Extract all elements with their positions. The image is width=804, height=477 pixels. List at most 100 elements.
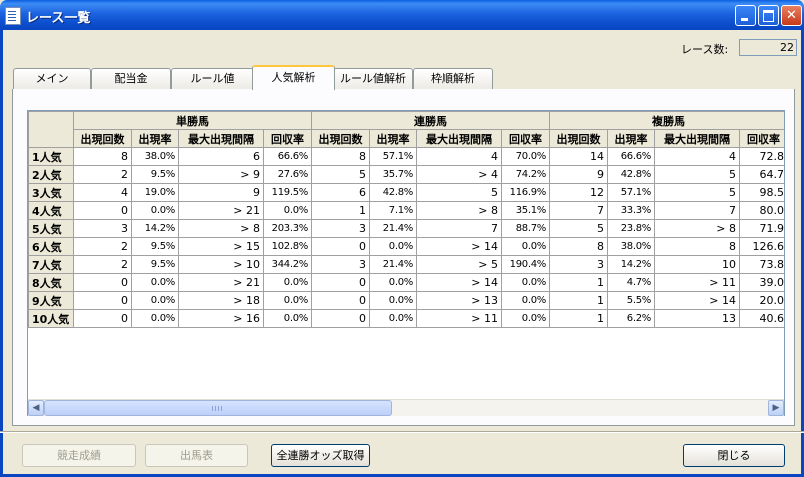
table-cell: 0: [73, 309, 132, 328]
table-cell: 1: [311, 201, 370, 220]
table-row[interactable]: 10人気 0 0.0% > 16 0.0% 0 0.0% > 11 0.0% 1 6.2% 13 40.…: [28, 309, 784, 328]
minimize-button[interactable]: [735, 5, 756, 26]
document-icon: [5, 7, 21, 25]
table-cell: 344.2%: [263, 255, 312, 274]
table-cell: 2: [73, 165, 132, 184]
close-icon: ✕: [786, 8, 797, 23]
table-cell: 0.0%: [369, 273, 417, 292]
table-cell: 0: [73, 273, 132, 292]
tab-3[interactable]: ルール値: [171, 68, 254, 89]
table-cell: 71.9: [739, 219, 784, 238]
column-header[interactable]: 出現回数: [549, 129, 608, 148]
race-count-label: レース数:: [681, 43, 729, 56]
race-results-button[interactable]: 競走成績: [22, 444, 136, 467]
table-cell: 57.1%: [607, 183, 655, 202]
close-window-button[interactable]: ✕: [781, 5, 802, 26]
tab-4[interactable]: 人気解析: [252, 65, 335, 90]
table-cell: 0: [311, 237, 370, 256]
table-cell: 66.6%: [607, 147, 655, 166]
table-cell: 42.8%: [607, 165, 655, 184]
table-cell: 7: [654, 201, 740, 220]
table-cell: 35.1%: [501, 201, 550, 220]
tab-2[interactable]: 配当金: [91, 68, 171, 89]
table-cell: 70.0%: [501, 147, 550, 166]
table-cell: 6: [178, 147, 264, 166]
table-cell: 0.0%: [501, 237, 550, 256]
title-bar[interactable]: レース一覧 ✕: [0, 0, 804, 30]
column-header[interactable]: 最大出現間隔: [654, 129, 740, 148]
column-header[interactable]: 出現回数: [73, 129, 132, 148]
table-cell: > 11: [654, 273, 740, 292]
table-cell: 203.3%: [263, 219, 312, 238]
table-cell: 0.0%: [263, 201, 312, 220]
column-header[interactable]: 最大出現間隔: [416, 129, 502, 148]
column-header[interactable]: 回収率: [739, 129, 784, 148]
table-cell: 5: [549, 219, 608, 238]
tab-6[interactable]: 枠順解析: [413, 68, 493, 89]
close-button[interactable]: 閉じる: [683, 444, 785, 467]
entry-table-button[interactable]: 出馬表: [145, 444, 248, 467]
table-row[interactable]: 7人気 2 9.5% > 10 344.2% 3 21.4% > 5 190.4% 3 14.2% 1…: [28, 255, 784, 274]
table-cell: 102.8%: [263, 237, 312, 256]
table-cell: > 11: [416, 309, 502, 328]
table-cell: 21.4%: [369, 255, 417, 274]
table-row[interactable]: 3人気 4 19.0% 9 119.5% 6 42.8% 5 116.9% 12 57.1% 5 98.…: [28, 183, 784, 202]
table-cell: 4.7%: [607, 273, 655, 292]
table-cell: > 8: [178, 219, 264, 238]
table-cell: 5: [654, 165, 740, 184]
table-row[interactable]: 9人気 0 0.0% > 18 0.0% 0 0.0% > 13 0.0% 1 5.5% > 14 20…: [28, 291, 784, 310]
table-row[interactable]: 6人気 2 9.5% > 15 102.8% 0 0.0% > 14 0.0% 8 38.0% 8 12…: [28, 237, 784, 256]
table-cell: > 4: [416, 165, 502, 184]
table-cell: 9.5%: [131, 255, 179, 274]
table-cell: 5: [416, 183, 502, 202]
grip-icon: [212, 406, 222, 411]
maximize-button[interactable]: [758, 5, 779, 26]
table-cell: > 8: [654, 219, 740, 238]
minimize-icon: [736, 6, 755, 25]
column-header[interactable]: 出現率: [369, 129, 417, 148]
table-cell: 4: [654, 147, 740, 166]
popularity-grid[interactable]: 単勝馬 連勝馬 複勝馬 出現回数 出現率 最大出現間隔 回収率 出現回数 出現率 最大出現間隔回…: [27, 110, 785, 416]
tab-5[interactable]: ルール値解析: [333, 68, 413, 89]
table-cell: 9.5%: [131, 165, 179, 184]
table-row[interactable]: 2人気 2 9.5% > 9 27.6% 5 35.7% > 4 74.2% 9 42.8% 5 64.…: [28, 165, 784, 184]
table-cell: 0: [311, 273, 370, 292]
table-cell: 6: [311, 183, 370, 202]
maximize-icon: [759, 6, 778, 25]
table-cell: 6.2%: [607, 309, 655, 328]
table-cell: 80.0: [739, 201, 784, 220]
column-header[interactable]: 出現率: [607, 129, 655, 148]
table-cell: 116.9%: [501, 183, 550, 202]
table-row[interactable]: 4人気 0 0.0% > 21 0.0% 1 7.1% > 8 35.1% 7 33.3% 7 80.0: [28, 201, 784, 220]
table-cell: 2: [73, 237, 132, 256]
column-header[interactable]: 回収率: [263, 129, 312, 148]
table-row[interactable]: 8人気 0 0.0% > 21 0.0% 0 0.0% > 14 0.0% 1 4.7% > 11 39…: [28, 273, 784, 292]
table-cell: 9: [178, 183, 264, 202]
table-cell: > 14: [654, 291, 740, 310]
table-cell: 0.0%: [501, 291, 550, 310]
table-row[interactable]: 1人気 8 38.0% 6 66.6% 8 57.1% 4 70.0% 14 66.6% 4 72.8: [28, 147, 784, 166]
table-cell: 33.3%: [607, 201, 655, 220]
table-row[interactable]: 5人気 3 14.2% > 8 203.3% 3 21.4% 7 88.7% 5 23.8% > 87…: [28, 219, 784, 238]
column-header[interactable]: 出現率: [131, 129, 179, 148]
column-header[interactable]: 回収率: [501, 129, 550, 148]
column-header[interactable]: 最大出現間隔: [178, 129, 264, 148]
table-cell: 0.0%: [501, 309, 550, 328]
column-header[interactable]: 出現回数: [311, 129, 370, 148]
tab-1[interactable]: メイン: [13, 68, 91, 89]
scroll-right-button[interactable]: ▶: [768, 400, 784, 416]
table-cell: 5.5%: [607, 291, 655, 310]
race-count-field: 22: [739, 39, 797, 56]
table-cell: 39.0: [739, 273, 784, 292]
table-cell: 38.0%: [131, 147, 179, 166]
scroll-left-button[interactable]: ◀: [28, 400, 44, 416]
table-cell: 0.0%: [501, 273, 550, 292]
window-title: レース一覧: [26, 11, 91, 26]
table-cell: 9.5%: [131, 237, 179, 256]
horizontal-scrollbar[interactable]: ◀ ▶: [28, 399, 784, 416]
table-cell: 7: [549, 201, 608, 220]
table-cell: 1: [549, 291, 608, 310]
scroll-thumb[interactable]: [44, 400, 392, 416]
fetch-all-odds-button[interactable]: 全連勝オッズ取得: [271, 444, 370, 467]
table-cell: 5: [311, 165, 370, 184]
